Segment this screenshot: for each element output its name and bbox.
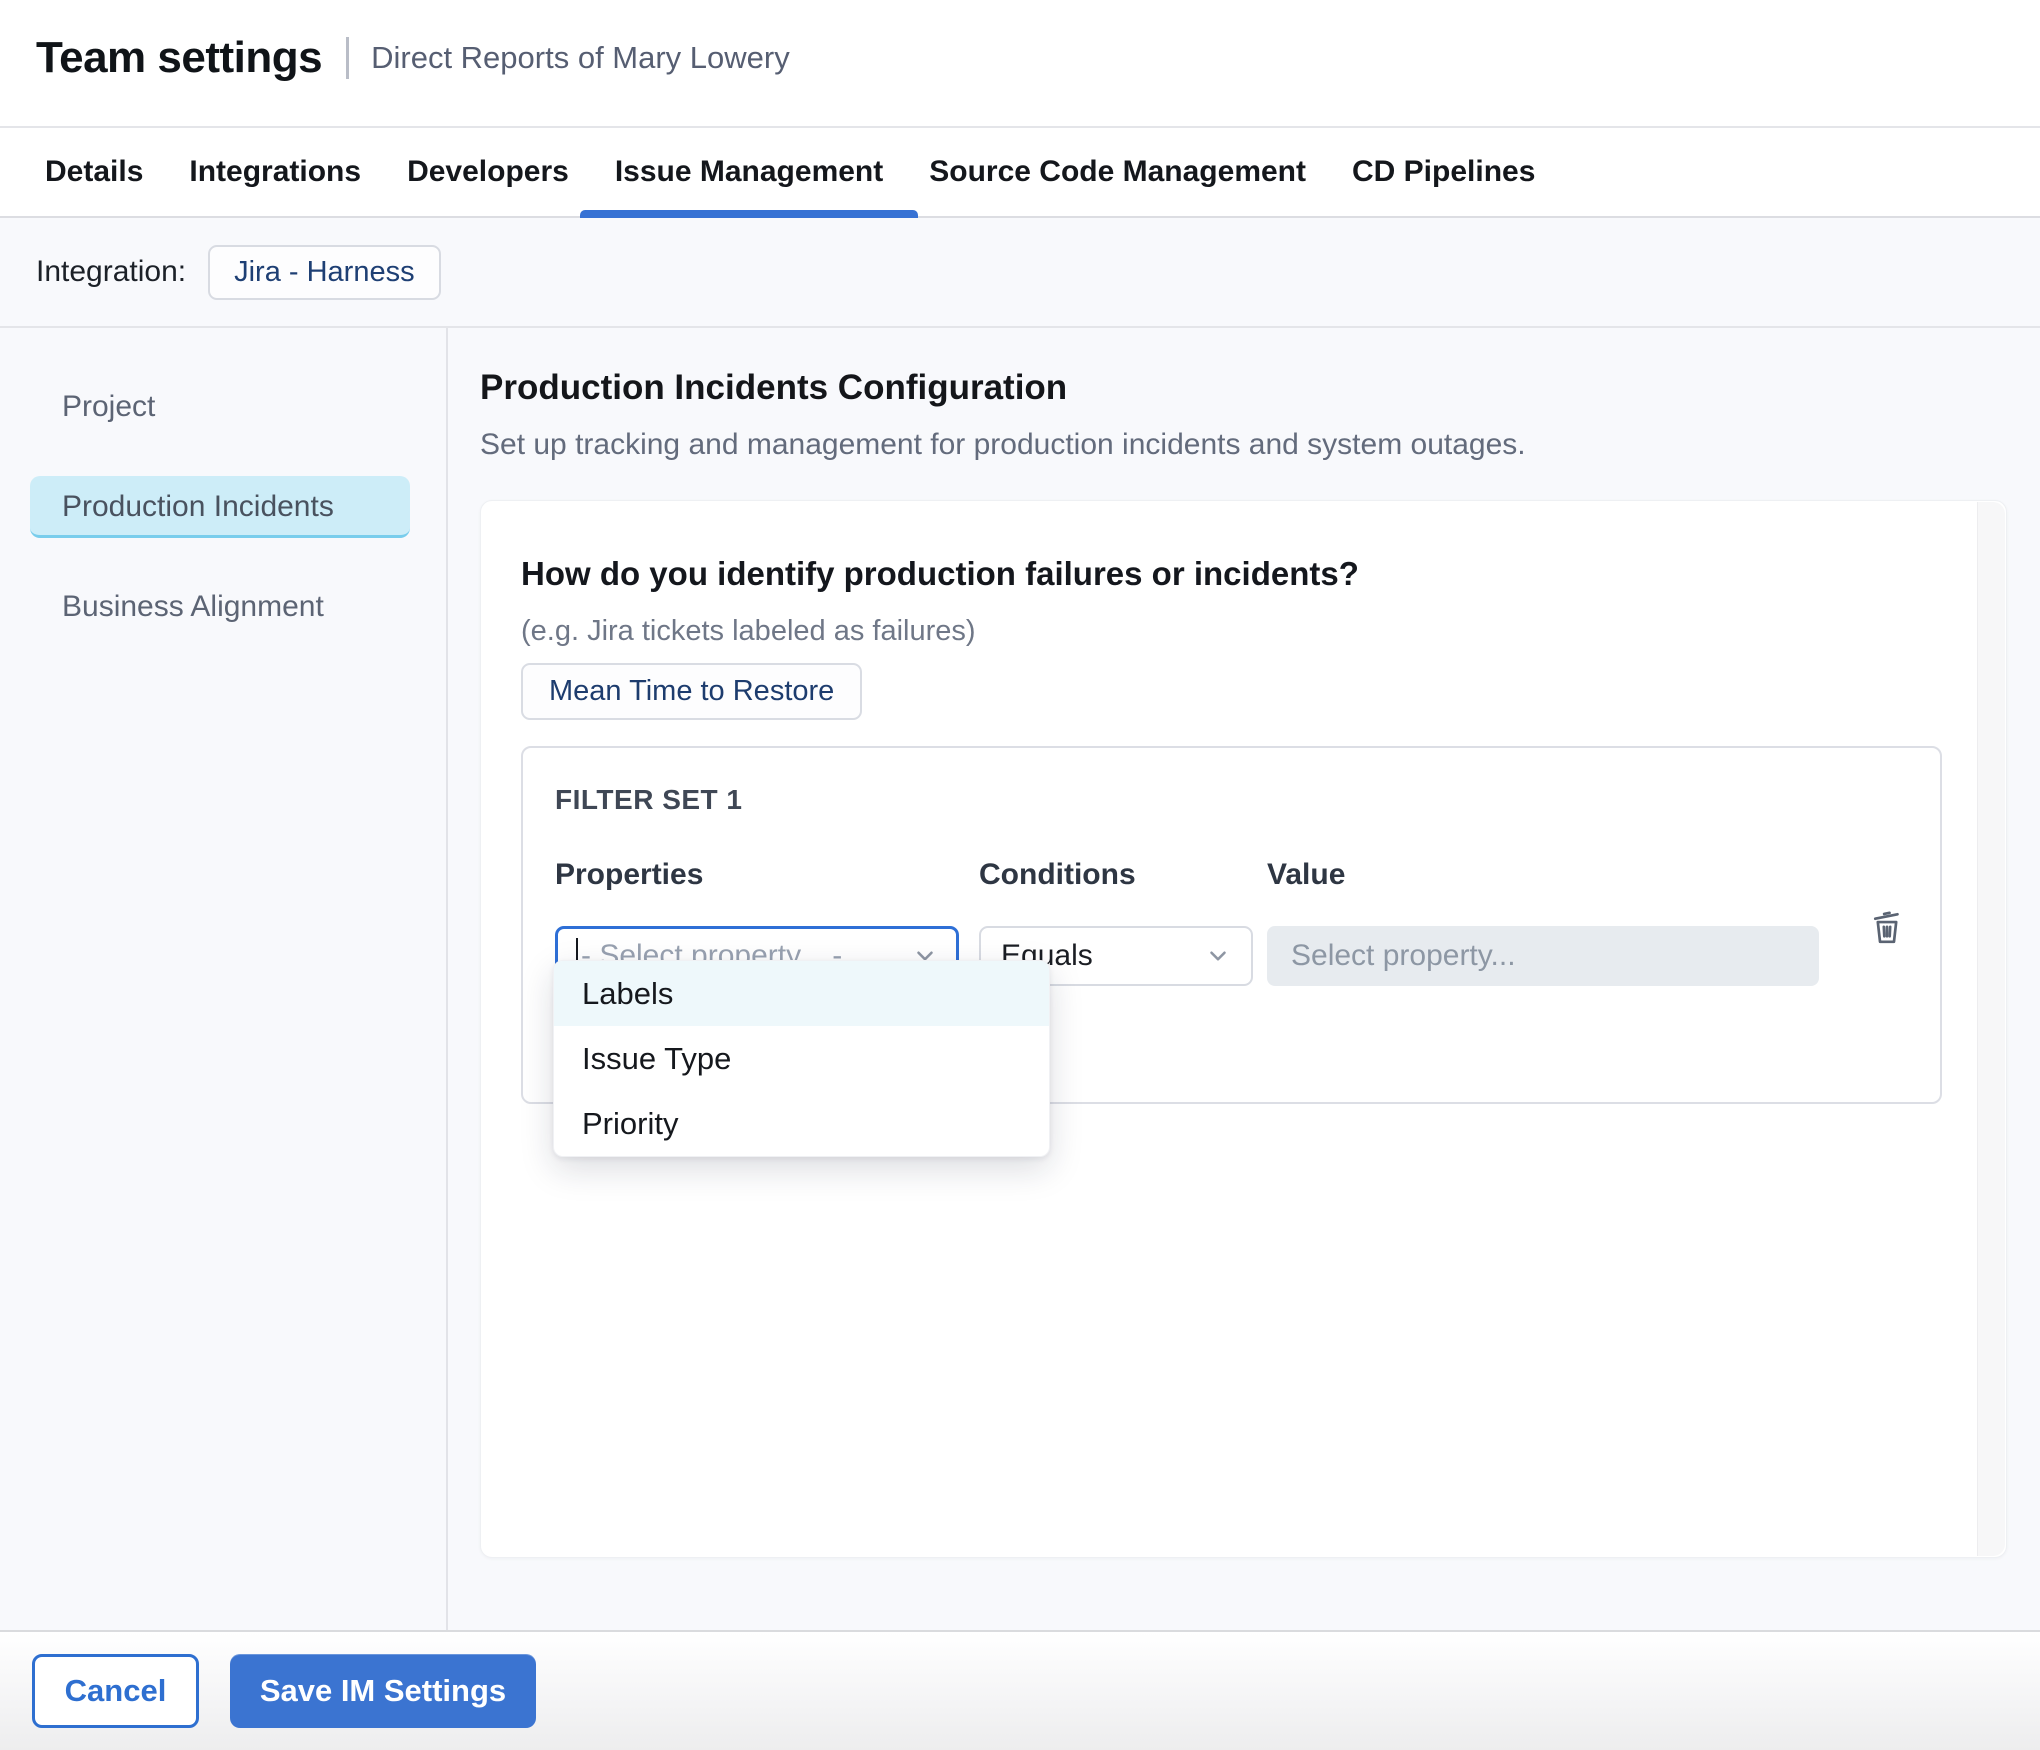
dropdown-option-priority[interactable]: Priority bbox=[554, 1091, 1049, 1156]
settings-tab-bar: Details Integrations Developers Issue Ma… bbox=[0, 128, 2040, 218]
filter-set-box: FILTER SET 1 Properties - Select propert… bbox=[521, 746, 1942, 1104]
cancel-button[interactable]: Cancel bbox=[32, 1654, 199, 1728]
page-header: Team settings Direct Reports of Mary Low… bbox=[0, 0, 2040, 128]
settings-sidebar: Project Production Incidents Business Al… bbox=[0, 328, 448, 1630]
sidebar-item-production-incidents[interactable]: Production Incidents bbox=[30, 476, 410, 538]
tab-integrations[interactable]: Integrations bbox=[166, 128, 384, 216]
tab-issue-management[interactable]: Issue Management bbox=[592, 128, 906, 216]
trash-icon bbox=[1868, 905, 1906, 947]
dropdown-option-labels[interactable]: Labels bbox=[554, 961, 1049, 1026]
chevron-down-icon bbox=[1205, 943, 1231, 969]
filter-set-title: FILTER SET 1 bbox=[555, 784, 1908, 816]
properties-column: Properties - Select property... - Labels… bbox=[555, 858, 959, 986]
filter-row: Properties - Select property... - Labels… bbox=[555, 858, 1908, 986]
integration-chip[interactable]: Jira - Harness bbox=[208, 245, 441, 300]
conditions-label: Conditions bbox=[979, 858, 1253, 892]
tab-source-code-management[interactable]: Source Code Management bbox=[906, 128, 1329, 216]
sidebar-item-project[interactable]: Project bbox=[30, 376, 410, 438]
tab-developers[interactable]: Developers bbox=[384, 128, 592, 216]
save-im-settings-button[interactable]: Save IM Settings bbox=[230, 1654, 536, 1728]
title-divider bbox=[346, 37, 349, 79]
section-title: Production Incidents Configuration bbox=[480, 366, 2007, 410]
integration-label: Integration: bbox=[36, 255, 186, 289]
tab-cd-pipelines[interactable]: CD Pipelines bbox=[1329, 128, 1558, 216]
sidebar-item-business-alignment[interactable]: Business Alignment bbox=[30, 576, 410, 638]
main-panel: Production Incidents Configuration Set u… bbox=[448, 328, 2040, 1630]
delete-filter-button[interactable] bbox=[1867, 904, 1907, 948]
value-column: Value bbox=[1267, 858, 1819, 986]
card-question: How do you identify production failures … bbox=[521, 553, 1970, 595]
incidents-config-card: How do you identify production failures … bbox=[480, 500, 2007, 1558]
section-subtitle: Set up tracking and management for produ… bbox=[480, 426, 2007, 464]
page-subtitle: Direct Reports of Mary Lowery bbox=[371, 40, 790, 76]
value-input[interactable] bbox=[1267, 926, 1819, 986]
properties-label: Properties bbox=[555, 858, 959, 892]
action-footer: Cancel Save IM Settings bbox=[0, 1630, 2040, 1750]
integration-row: Integration: Jira - Harness bbox=[0, 218, 2040, 328]
dropdown-option-issue-type[interactable]: Issue Type bbox=[554, 1026, 1049, 1091]
metric-tab-mean-time-to-restore[interactable]: Mean Time to Restore bbox=[521, 663, 862, 720]
card-scrollbar[interactable] bbox=[1977, 502, 2005, 1556]
page-title: Team settings bbox=[36, 33, 322, 83]
card-hint: (e.g. Jira tickets labeled as failures) bbox=[521, 613, 1970, 649]
properties-dropdown-menu: Labels Issue Type Priority bbox=[553, 960, 1050, 1157]
content-area: Project Production Incidents Business Al… bbox=[0, 328, 2040, 1630]
value-label: Value bbox=[1267, 858, 1819, 892]
tab-details[interactable]: Details bbox=[22, 128, 166, 216]
